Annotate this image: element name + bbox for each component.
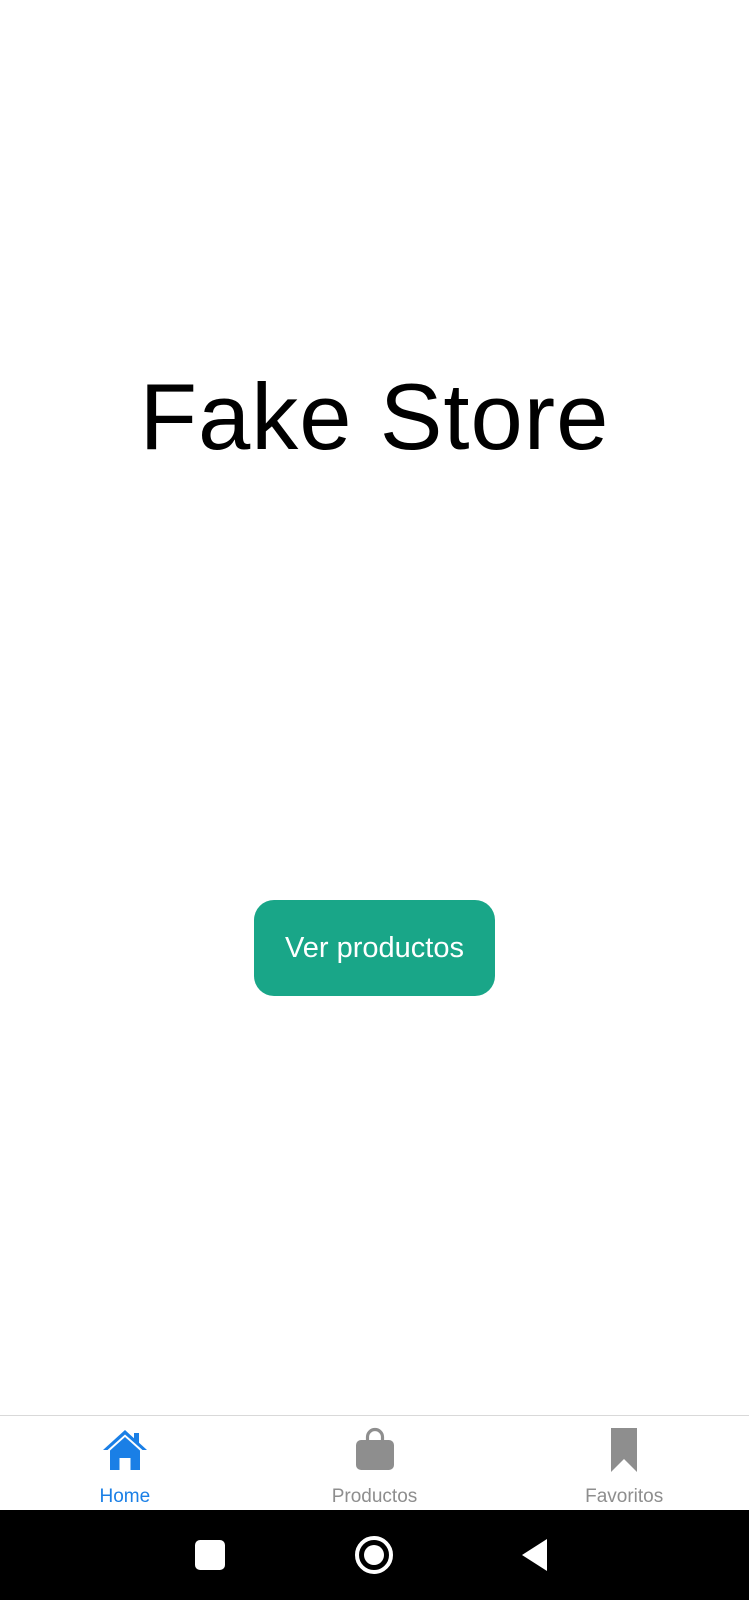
back-triangle-icon[interactable] — [512, 1530, 562, 1580]
tab-home[interactable]: Home — [0, 1416, 250, 1510]
tab-home-label: Home — [99, 1486, 151, 1507]
page-title: Fake Store — [139, 364, 610, 469]
bottom-tab-bar: Home Productos Favoritos — [0, 1415, 749, 1510]
app-screen: Fake Store Ver productos Home Productos — [0, 0, 749, 1600]
shopping-bag-icon — [351, 1426, 399, 1474]
home-icon — [101, 1426, 149, 1474]
home-view: Fake Store Ver productos — [0, 0, 749, 1415]
tab-productos[interactable]: Productos — [250, 1416, 500, 1510]
recents-square-icon[interactable] — [185, 1530, 235, 1580]
view-products-button[interactable]: Ver productos — [254, 900, 495, 996]
home-circle-icon[interactable] — [349, 1530, 399, 1580]
system-navigation-bar — [0, 1510, 749, 1600]
tab-favoritos-label: Favoritos — [585, 1486, 664, 1507]
tab-productos-label: Productos — [331, 1486, 418, 1507]
bookmark-icon — [600, 1426, 648, 1474]
tab-favoritos[interactable]: Favoritos — [499, 1416, 749, 1510]
